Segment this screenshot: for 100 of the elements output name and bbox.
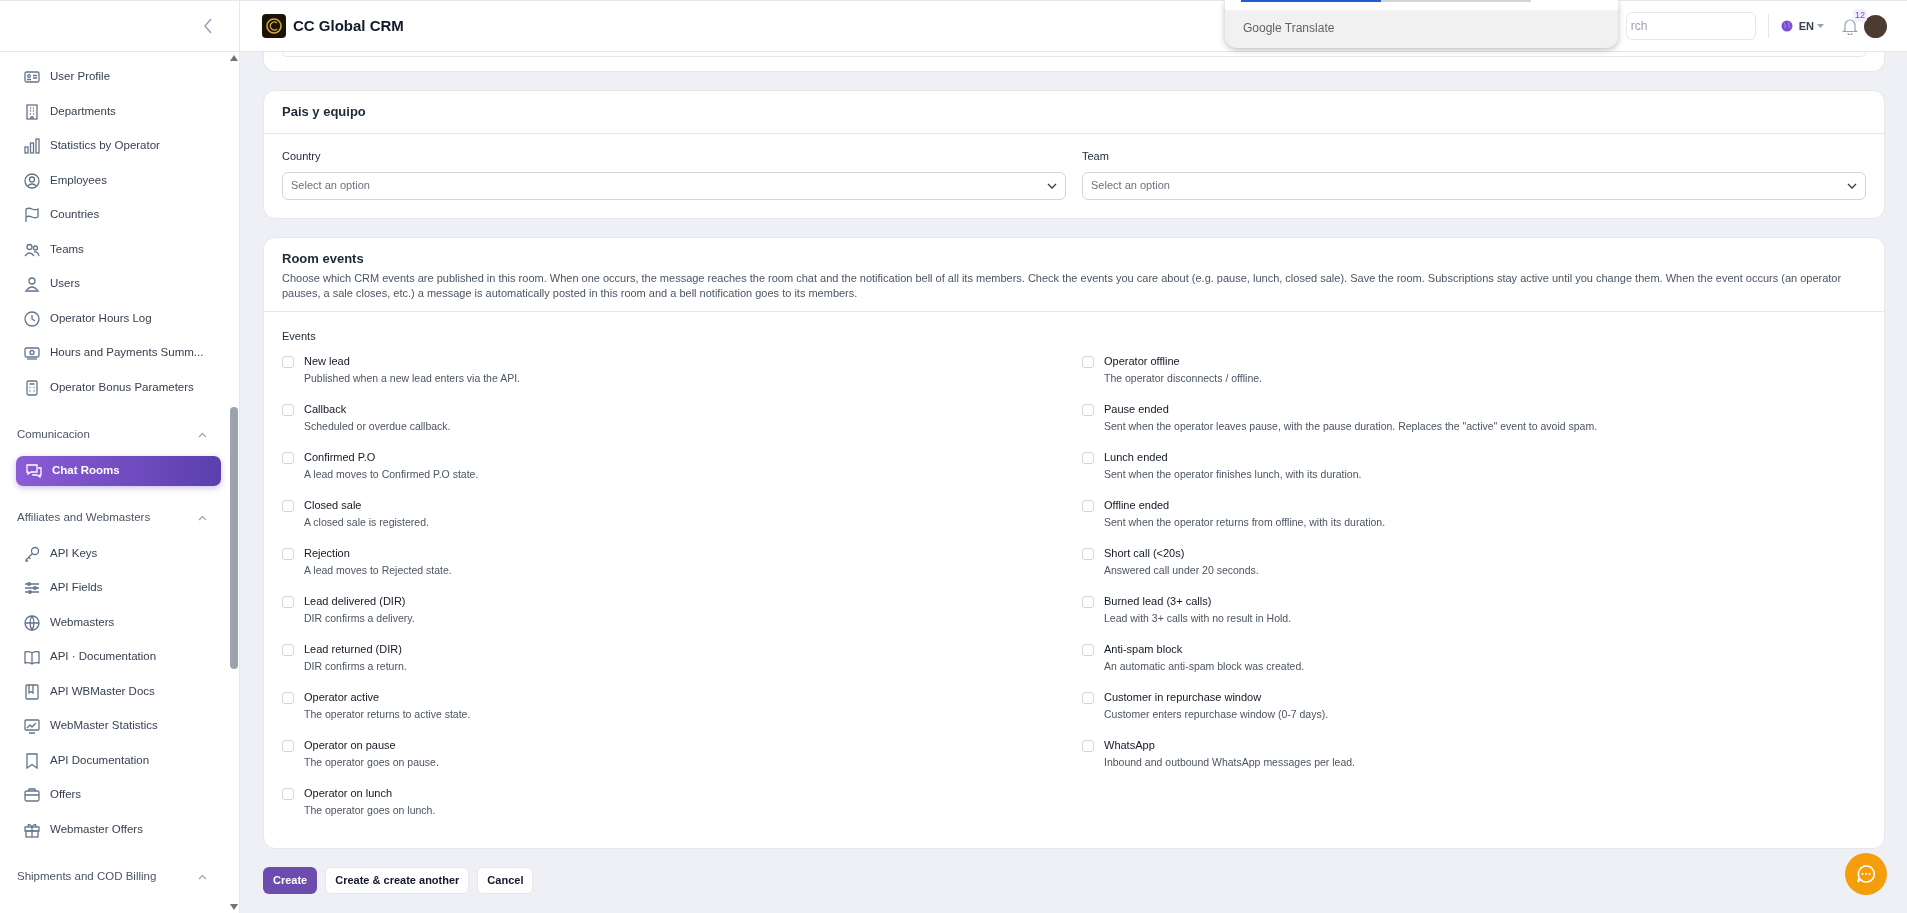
globe-icon[interactable] <box>1780 20 1793 32</box>
language-selector[interactable]: EN <box>1798 17 1814 35</box>
checkbox[interactable] <box>1082 547 1094 560</box>
scroll-down-icon[interactable] <box>229 903 239 911</box>
action-button[interactable]: Create & create another <box>325 866 470 894</box>
checkbox-label: New lead <box>304 353 351 368</box>
chevron-icon[interactable] <box>198 873 207 880</box>
checkbox-label: Short call (<20s) <box>1104 545 1186 560</box>
checkbox[interactable] <box>1082 355 1094 368</box>
sidebar-item[interactable]: API · Documentation <box>16 642 221 672</box>
hint-text: An automatic anti-spam block was created. <box>1104 658 1305 673</box>
hint-text: The operator returns to active state. <box>304 706 471 721</box>
chat-bubbles-icon <box>25 461 43 480</box>
hint-text: DIR confirms a return. <box>304 658 407 673</box>
checkbox[interactable] <box>282 643 294 656</box>
sidebar-item[interactable]: WebMaster Statistics <box>16 711 221 741</box>
checkbox[interactable] <box>1082 643 1094 656</box>
search-field[interactable]: rch <box>1625 12 1756 40</box>
hint-text: A lead moves to Rejected state. <box>304 562 452 577</box>
checkbox[interactable] <box>282 355 294 368</box>
field-label: Events <box>282 329 317 344</box>
sidebar-item[interactable]: Offers <box>16 780 221 810</box>
chevron-icon[interactable] <box>198 514 207 521</box>
checkbox[interactable] <box>1082 403 1094 416</box>
checkbox-label: Callback <box>304 401 348 416</box>
sidebar-item[interactable]: API Documentation <box>16 745 221 776</box>
bell-icon[interactable] <box>1842 17 1858 35</box>
checkbox[interactable] <box>1082 595 1094 608</box>
checkbox-label: Operator active <box>304 689 381 704</box>
select-field[interactable]: Select an option <box>1082 171 1866 200</box>
hint-text: The operator disconnects / offline. <box>1104 370 1262 385</box>
scrollbar-thumb[interactable] <box>230 407 238 669</box>
key-icon <box>23 544 41 563</box>
sidebar-item[interactable]: Webmaster Offers <box>16 814 221 845</box>
collapse-sidebar-icon[interactable] <box>203 18 213 34</box>
select-field[interactable]: Select an option <box>282 171 1066 200</box>
sidebar-item[interactable]: Teams <box>16 234 221 265</box>
notification-count: 12 <box>1853 8 1867 22</box>
sidebar-item[interactable]: Hours and Payments Summ... <box>16 338 221 368</box>
checkbox-label: Rejection <box>304 545 351 560</box>
group-title: Affiliates and Webmasters <box>17 509 151 525</box>
hint-text: Inbound and outbound WhatsApp messages per lead. <box>1104 754 1355 769</box>
field-label: Team <box>1082 149 1110 164</box>
checkbox-label: Burned lead (3+ calls) <box>1104 593 1213 608</box>
hint-text: Scheduled or overdue callback. <box>304 418 451 433</box>
checkbox[interactable] <box>282 403 294 416</box>
checkbox[interactable] <box>282 691 294 704</box>
sidebar-item[interactable]: API Fields <box>16 573 221 603</box>
action-button[interactable]: Cancel <box>477 866 534 894</box>
sidebar-item[interactable]: API Keys <box>16 538 221 569</box>
hint-text: Customer enters repurchase window (0-7 days). <box>1104 706 1329 721</box>
app-name: CC Global CRM <box>293 15 404 36</box>
section-description: Choose which CRM events are published in this room. When one occurs, the message reaches the room chat and the notification bell of all its members. Check the events you care about (e.g. pause, lunch, closed sale). Save the room. Subscriptions stay active until you change them. When the event occurs (an operator pauses, a sale closes, etc.) a message is automatically posted in this room and a bell notification goes to its members. <box>282 271 1843 301</box>
sidebar-item[interactable]: Operator Hours Log <box>16 303 221 334</box>
checkbox[interactable] <box>282 595 294 608</box>
sidebar-item[interactable]: Chat Rooms <box>16 455 221 486</box>
hint-text: Sent when the operator finishes lunch, with its duration. <box>1104 466 1362 481</box>
chat-button[interactable] <box>1845 853 1887 895</box>
hint-text: Sent when the operator leaves pause, with the pause duration. Replaces the "active" event to avoid spam. <box>1104 418 1598 433</box>
sidebar-item[interactable]: Employees <box>16 165 221 196</box>
calculator-icon <box>23 378 41 397</box>
checkbox[interactable] <box>282 547 294 560</box>
action-button[interactable]: Create <box>263 866 318 894</box>
sliders-icon <box>23 579 41 597</box>
checkbox-label: Pause ended <box>1104 401 1170 416</box>
sidebar-item[interactable]: Statistics by Operator <box>16 131 221 161</box>
sidebar-item[interactable]: Users <box>16 269 221 299</box>
chart-screen-icon <box>23 717 41 735</box>
caret-icon <box>1817 24 1824 28</box>
group-title: Shipments and COD Billing <box>17 868 157 884</box>
book-icon <box>23 682 41 701</box>
sidebar-item[interactable]: API WBMaster Docs <box>16 676 221 707</box>
building-icon <box>23 102 41 121</box>
user-icon <box>23 275 41 293</box>
hint-text: The operator goes on lunch. <box>304 802 436 817</box>
scroll-up-icon[interactable] <box>229 54 239 62</box>
checkbox[interactable] <box>282 499 294 512</box>
chevron-icon[interactable] <box>198 431 207 438</box>
field-label: Country <box>282 149 322 164</box>
hint-text: Sent when the operator returns from offline, with its duration. <box>1104 514 1386 529</box>
chat-icon <box>1856 864 1876 884</box>
sidebar-item[interactable]: Departments <box>16 96 221 127</box>
checkbox[interactable] <box>282 451 294 464</box>
checkbox-label: WhatsApp <box>1104 737 1156 752</box>
popup-label: Google Translate <box>1242 20 1336 37</box>
checkbox[interactable] <box>282 787 294 800</box>
checkbox-label: Lead delivered (DIR) <box>304 593 407 608</box>
avatar[interactable] <box>1864 14 1887 38</box>
checkbox[interactable] <box>1082 451 1094 464</box>
sidebar-item[interactable]: Operator Bonus Parameters <box>16 372 221 403</box>
sidebar-item[interactable]: Webmasters <box>16 607 221 638</box>
sidebar-item[interactable]: Countries <box>16 200 221 230</box>
checkbox[interactable] <box>1082 739 1094 752</box>
checkbox[interactable] <box>1082 691 1094 704</box>
section-title: Room events <box>282 249 365 268</box>
chevron-down-icon <box>1847 182 1857 189</box>
checkbox[interactable] <box>282 739 294 752</box>
sidebar-item[interactable]: User Profile <box>16 62 221 92</box>
checkbox[interactable] <box>1082 499 1094 512</box>
id-card-icon <box>23 68 41 86</box>
